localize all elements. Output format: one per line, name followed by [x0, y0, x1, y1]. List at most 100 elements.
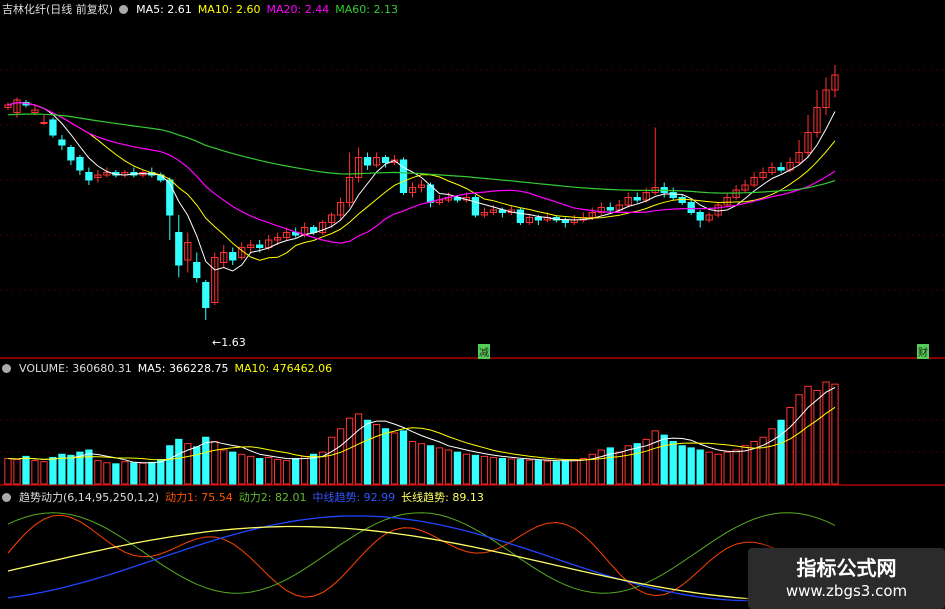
volume-bar [292, 458, 300, 485]
stock-title[interactable]: 吉林化纤(日线 前复权) [2, 1, 113, 17]
volume-bar [651, 430, 659, 485]
volume-bar [507, 458, 516, 485]
volume-bar [336, 428, 345, 485]
volume-bar [13, 459, 21, 485]
volume-bar [121, 461, 129, 485]
volume-bar [265, 456, 273, 485]
volume-bar [813, 390, 821, 485]
volume-bar [274, 459, 282, 485]
candle-body [381, 157, 390, 163]
volume-bar [175, 438, 183, 485]
volume-bar [831, 383, 839, 485]
candle-body [399, 159, 408, 193]
dongli2-legend: 动力2: 82.01 [238, 491, 307, 504]
low-price-label: ←1.63 [212, 336, 246, 349]
volume-bar [202, 436, 210, 485]
volume-bar [238, 453, 246, 485]
volume-bar [453, 451, 462, 485]
volume-bar [687, 447, 695, 485]
dongli2-line [7, 512, 836, 594]
volume-bar [633, 443, 641, 485]
volume-bar [552, 461, 560, 485]
volume-bar [444, 449, 453, 485]
volume-bar [732, 449, 740, 485]
volume-bar [139, 462, 147, 485]
volume-bar [31, 460, 39, 485]
volume-bar [462, 453, 471, 485]
volume-bar [525, 459, 534, 485]
event-marker-right[interactable]: 财 [917, 344, 929, 359]
volume-panel-header: VOLUME: 360680.31 MA5: 366228.75 MA10: 4… [2, 362, 945, 375]
low-price-value: 1.63 [221, 336, 246, 349]
volume-bar [534, 460, 543, 485]
candle-body [67, 147, 75, 161]
volume-bar [85, 449, 93, 485]
volume-bar [426, 445, 435, 485]
candle-body [363, 157, 372, 166]
volume-bar [804, 385, 812, 485]
volume-ma5-legend: MA5: 366228.75 [137, 362, 229, 375]
candle-body [256, 244, 264, 248]
volume-bar [489, 456, 498, 485]
volume-bar [696, 449, 704, 485]
volume-bar [94, 460, 102, 485]
volume-bar [247, 455, 255, 485]
candle-body [534, 217, 543, 221]
dongli1-line [7, 514, 836, 598]
volume-bar [67, 454, 75, 485]
volume-settings-circle-icon[interactable] [2, 364, 11, 373]
candle-body [606, 207, 614, 211]
indicator-panel-header: 趋势动力(6,14,95,250,1,2) 动力1: 75.54 动力2: 82… [2, 489, 945, 505]
dongli1-legend: 动力1: 75.54 [165, 491, 233, 504]
mid-trend-legend: 中线趋势: 92.99 [312, 491, 396, 504]
volume-bar [660, 434, 668, 485]
long-trend-line [7, 525, 836, 602]
watermark-url: www.zbgs3.com [785, 582, 908, 600]
volume-bar [4, 458, 12, 485]
stock-chart[interactable] [0, 0, 945, 609]
volume-bar [363, 419, 372, 485]
volume-bar [417, 443, 426, 485]
volume-bar [390, 432, 399, 485]
indicator-title[interactable]: 趋势动力(6,14,95,250,1,2) [19, 489, 159, 505]
candle-body [85, 172, 93, 181]
event-marker-mid[interactable]: 减 [478, 344, 490, 359]
volume-bar [777, 419, 785, 485]
candle-body [40, 122, 48, 124]
volume-bar [408, 441, 417, 485]
candle-body [166, 179, 174, 216]
volume-bar [229, 451, 237, 485]
volume-bar [103, 462, 111, 485]
volume-bar [480, 455, 489, 485]
volume-ma10-legend: MA10: 476462.06 [234, 362, 333, 375]
volume-bar [381, 428, 390, 485]
candle-body [76, 157, 84, 171]
volume-bar [22, 455, 30, 485]
candle-body [678, 197, 686, 203]
candle-body [777, 167, 785, 171]
volume-bar [768, 428, 776, 485]
volume-bar [399, 430, 408, 485]
volume-bar [345, 417, 354, 485]
volume-bar [516, 459, 525, 485]
volume-bar [148, 461, 156, 485]
volume-bar [579, 458, 587, 485]
ma20-legend: MA20: 2.44 [266, 2, 330, 16]
mid-trend-line [7, 515, 836, 602]
volume-legend: VOLUME: 360680.31 [19, 362, 132, 375]
volume-bar [498, 458, 507, 485]
ma5-legend: MA5: 2.61 [136, 2, 192, 16]
volume-bar [309, 453, 318, 485]
volume-bar [669, 441, 677, 485]
volume-bar [597, 449, 605, 485]
volume-bar [327, 436, 336, 485]
volume-bar [220, 449, 228, 485]
price-panel-header: 吉林化纤(日线 前复权) MA5: 2.61 MA10: 2.60 MA20: … [2, 1, 945, 17]
volume-bar [256, 458, 264, 485]
volume-bar [723, 451, 731, 485]
candle-body [49, 119, 57, 136]
settings-circle-icon[interactable] [119, 4, 129, 14]
volume-bar [471, 454, 480, 485]
indicator-settings-circle-icon[interactable] [2, 492, 11, 502]
volume-bar [283, 460, 291, 485]
